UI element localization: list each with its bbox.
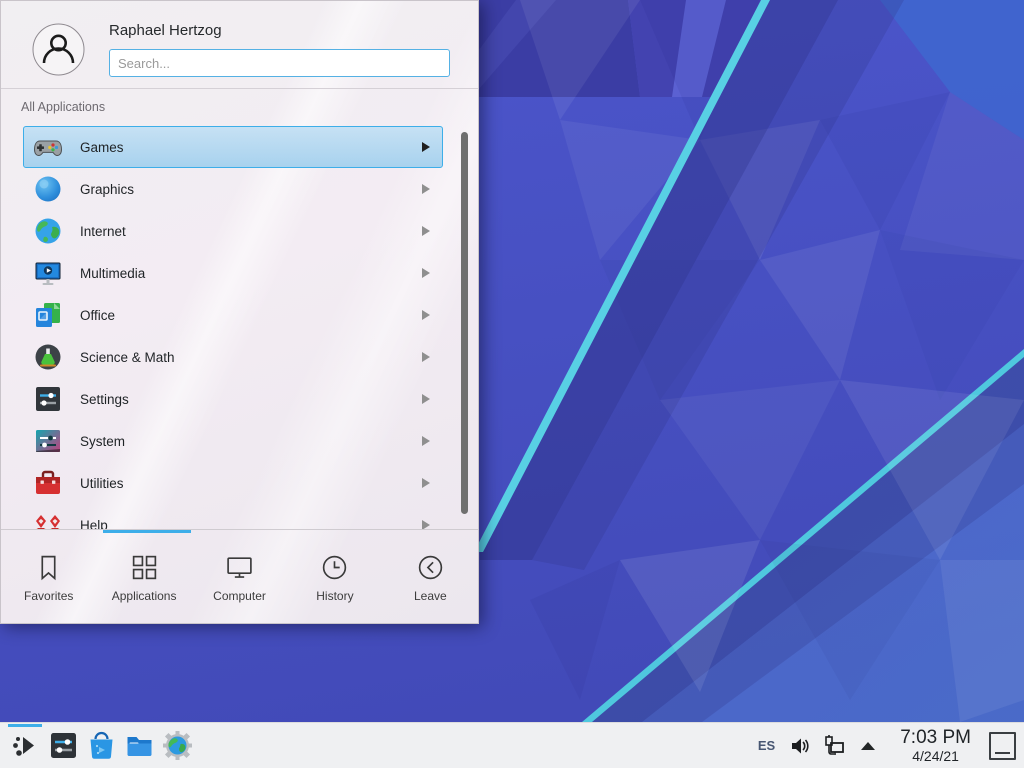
menu-item-science-math[interactable]: Science & Math: [23, 336, 443, 378]
expand-tray-icon[interactable]: [856, 734, 880, 758]
submenu-arrow-icon: [422, 520, 430, 529]
section-label: All Applications: [21, 100, 105, 114]
web-browser-launcher[interactable]: [158, 723, 196, 768]
file-manager-icon: [124, 730, 155, 761]
menu-item-office[interactable]: Office: [23, 294, 443, 336]
applications-icon: [130, 553, 159, 582]
tab-leave[interactable]: Leave: [383, 532, 478, 624]
submenu-arrow-icon: [422, 436, 430, 446]
application-launcher-icon: [10, 730, 41, 761]
internet-icon: [32, 215, 64, 247]
utilities-icon: [32, 467, 64, 499]
divider: [1, 529, 478, 530]
clock-date: 4/24/21: [900, 749, 971, 763]
digital-clock[interactable]: 7:03 PM 4/24/21: [900, 728, 971, 763]
tab-history[interactable]: History: [287, 532, 382, 624]
menu-item-system[interactable]: System: [23, 420, 443, 462]
system-tray: ES 7:03 PM 4/2: [755, 728, 1018, 763]
settings-icon: [32, 383, 64, 415]
submenu-arrow-icon: [422, 226, 430, 236]
graphics-icon: [32, 173, 64, 205]
user-name: Raphael Hertzog: [109, 22, 222, 39]
computer-icon: [225, 553, 254, 582]
submenu-arrow-icon: [422, 268, 430, 278]
submenu-arrow-icon: [422, 394, 430, 404]
menu-item-games[interactable]: Games: [23, 126, 443, 168]
clock-time: 7:03 PM: [900, 728, 971, 747]
search-input[interactable]: [109, 49, 450, 77]
tab-favorites[interactable]: Favorites: [1, 532, 96, 624]
scrollbar[interactable]: [461, 132, 468, 514]
keyboard-layout-indicator[interactable]: ES: [755, 738, 778, 753]
submenu-arrow-icon: [422, 478, 430, 488]
submenu-arrow-icon: [422, 184, 430, 194]
menu-item-utilities[interactable]: Utilities: [23, 462, 443, 504]
volume-icon[interactable]: [788, 734, 812, 758]
taskbar: ES 7:03 PM 4/2: [0, 722, 1024, 768]
file-manager-launcher[interactable]: [120, 723, 158, 768]
launcher-header: Raphael Hertzog: [1, 1, 478, 89]
show-desktop-button[interactable]: [989, 732, 1016, 760]
system-settings-icon: [48, 730, 79, 761]
menu-item-help[interactable]: Help: [23, 504, 443, 529]
submenu-arrow-icon: [422, 310, 430, 320]
help-icon: [32, 509, 64, 529]
submenu-arrow-icon: [422, 352, 430, 362]
multimedia-icon: [32, 257, 64, 289]
leave-icon: [416, 553, 445, 582]
user-avatar[interactable]: [32, 23, 85, 76]
office-icon: [32, 299, 64, 331]
category-list: Games Graphics: [1, 123, 478, 529]
tab-computer[interactable]: Computer: [192, 532, 287, 624]
system-settings-launcher[interactable]: [44, 723, 82, 768]
menu-item-multimedia[interactable]: Multimedia: [23, 252, 443, 294]
favorites-icon: [34, 553, 63, 582]
science-icon: [32, 341, 64, 373]
discover-launcher[interactable]: [82, 723, 120, 768]
history-icon: [320, 553, 349, 582]
submenu-arrow-icon: [422, 142, 430, 152]
tab-applications[interactable]: Applications: [96, 532, 191, 624]
menu-item-settings[interactable]: Settings: [23, 378, 443, 420]
games-icon: [32, 131, 64, 163]
application-launcher-button[interactable]: [6, 723, 44, 768]
launcher-tab-bar: Favorites Applications Computer: [1, 532, 478, 624]
discover-icon: [86, 730, 117, 761]
menu-item-graphics[interactable]: Graphics: [23, 168, 443, 210]
network-icon[interactable]: [822, 734, 846, 758]
web-browser-icon: [162, 730, 193, 761]
desktop: Raphael Hertzog All Applications: [0, 0, 1024, 768]
system-icon: [32, 425, 64, 457]
application-launcher-menu: Raphael Hertzog All Applications: [0, 0, 479, 624]
menu-item-internet[interactable]: Internet: [23, 210, 443, 252]
